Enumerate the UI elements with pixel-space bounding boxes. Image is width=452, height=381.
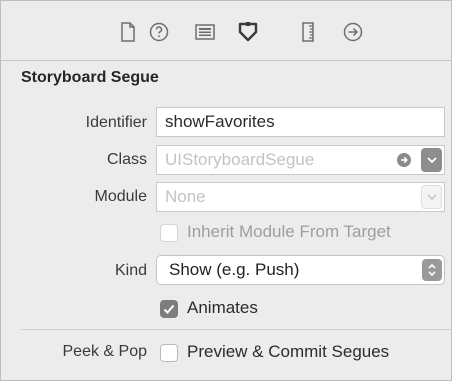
section-title: Storyboard Segue	[21, 69, 159, 86]
popup-arrows-icon	[422, 259, 442, 281]
connections-inspector-icon[interactable]	[342, 21, 364, 43]
preview-commit-label: Preview & Commit Segues	[187, 342, 390, 361]
section-divider	[21, 329, 452, 330]
quick-help-icon[interactable]	[148, 21, 170, 43]
peek-pop-label: Peek & Pop	[62, 343, 148, 360]
attributes-inspector-panel: Storyboard Segue Identifier showFavorite…	[0, 0, 452, 381]
module-label: Module	[94, 188, 147, 205]
kind-label: Kind	[114, 262, 147, 279]
identifier-label: Identifier	[85, 114, 147, 131]
size-inspector-icon[interactable]	[297, 21, 319, 43]
identity-inspector-icon[interactable]	[194, 21, 216, 43]
animates-label: Animates	[187, 298, 258, 317]
identifier-field[interactable]: showFavorites	[156, 107, 445, 137]
checkmark-icon	[163, 304, 175, 314]
kind-popup[interactable]: Show (e.g. Push)	[156, 255, 445, 285]
file-inspector-icon[interactable]	[117, 21, 139, 43]
class-label: Class	[106, 151, 147, 168]
inherit-module-label: Inherit Module From Target	[187, 222, 391, 241]
inspector-toolbar	[1, 1, 452, 61]
class-goto-icon[interactable]	[394, 148, 414, 172]
class-dropdown-icon[interactable]	[421, 148, 442, 172]
animates-checkbox[interactable]	[160, 300, 178, 318]
kind-value: Show (e.g. Push)	[169, 260, 300, 279]
module-dropdown-icon[interactable]	[421, 185, 442, 209]
module-field[interactable]: None	[156, 182, 445, 212]
attributes-inspector-icon[interactable]	[237, 21, 259, 43]
preview-commit-checkbox[interactable]	[160, 344, 178, 362]
inherit-module-checkbox[interactable]	[160, 224, 178, 242]
